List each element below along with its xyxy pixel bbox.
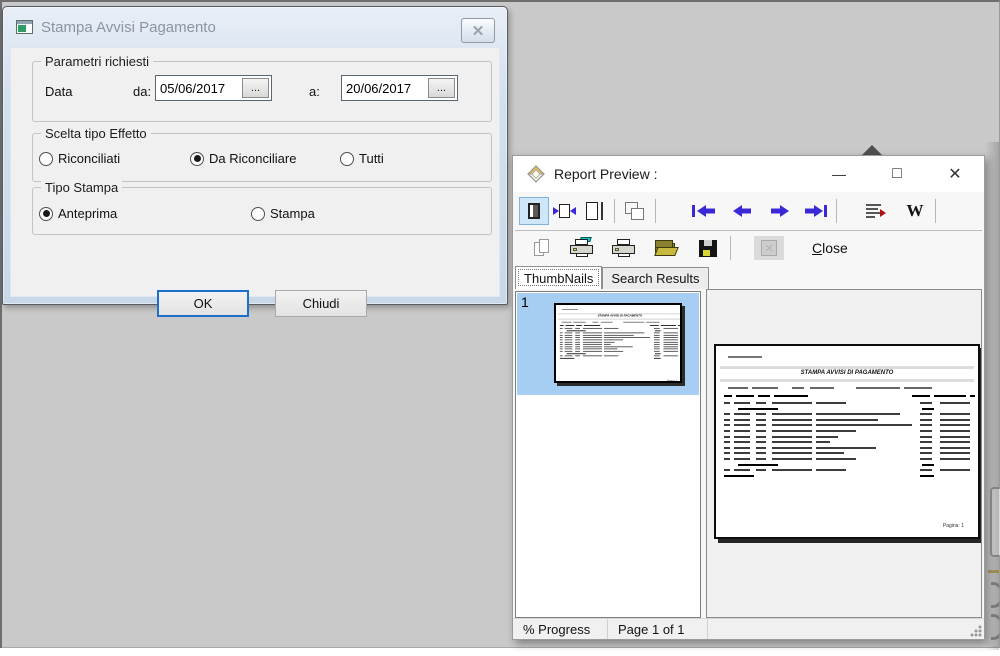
save-report-button[interactable] (691, 234, 725, 262)
report-page: STAMPA AVVISI DI PAGAMENTOPagina: 1 (714, 344, 980, 539)
dialog-body: Parametri richiesti Data da: ... a: ... … (10, 47, 500, 297)
folder-open-icon (655, 240, 677, 257)
tab-bar: ThumbNails Search Results (513, 265, 984, 289)
report-titlebar: Report Preview : — □ ✕ (513, 156, 984, 192)
radio-label: Anteprima (58, 206, 117, 221)
radio-circle (39, 207, 53, 221)
radio-label: Stampa (270, 206, 315, 221)
minimize-button[interactable]: — (810, 156, 868, 192)
radio-stampa[interactable]: Stampa (251, 206, 315, 221)
radio-anteprima[interactable]: Anteprima (39, 206, 117, 221)
radio-riconciliati[interactable]: Riconciliati (39, 151, 120, 166)
status-page: Page 1 of 1 (608, 619, 708, 639)
fit-page-icon (528, 203, 540, 219)
report-preview-window: Report Preview : — □ ✕ (512, 155, 985, 640)
dialog-title: Stampa Avvisi Pagamento (41, 19, 216, 36)
printer-icon (612, 239, 636, 258)
preview-panel[interactable]: STAMPA AVVISI DI PAGAMENTOPagina: 1 (706, 289, 982, 618)
thumbnail-item-selected[interactable]: 1 STAMPA AVVISI DI PAGAMENTOPagina: 1 (517, 293, 699, 395)
watermark-button[interactable]: W (900, 197, 930, 225)
group-scelta-tipo-effetto: Scelta tipo Effetto Riconciliati Da Rico… (32, 133, 492, 182)
open-report-button[interactable] (649, 234, 683, 262)
disabled-tool-button: ✕ (754, 236, 784, 260)
preview-main-area: 1 STAMPA AVVISI DI PAGAMENTOPagina: 1 ST… (513, 289, 984, 618)
printer-setup-icon (570, 239, 594, 258)
previous-page-icon (730, 203, 754, 219)
multi-page-button[interactable] (620, 197, 650, 225)
last-page-button[interactable] (801, 197, 831, 225)
status-progress: % Progress (513, 619, 608, 639)
group-label: Scelta tipo Effetto (41, 126, 151, 141)
last-page-icon (803, 203, 829, 219)
radio-label: Tutti (359, 151, 384, 166)
date-to-input[interactable] (342, 76, 424, 100)
radio-da-riconciliare[interactable]: Da Riconciliare (190, 151, 296, 166)
close-button[interactable]: ✕ (926, 156, 984, 192)
first-page-button[interactable] (689, 197, 719, 225)
dialog-titlebar: Stampa Avvisi Pagamento (3, 7, 507, 47)
watermark-icon: W (907, 201, 924, 221)
fit-page-button[interactable] (519, 197, 549, 225)
date-from-input[interactable] (156, 76, 238, 100)
background-window-fragment (988, 432, 1000, 647)
file-toolbar: ✕ Close (513, 231, 984, 265)
da-label: da: (133, 84, 151, 99)
stampa-avvisi-dialog: Stampa Avvisi Pagamento ✕ Parametri rich… (2, 6, 508, 305)
group-label: Parametri richiesti (41, 54, 153, 69)
resize-grip[interactable] (970, 625, 982, 637)
export-page-button[interactable] (525, 234, 559, 262)
radio-tutti[interactable]: Tutti (340, 151, 384, 166)
diamond-icon (527, 165, 545, 183)
date-to-browse-button[interactable]: ... (428, 78, 455, 98)
printer-setup-button[interactable] (565, 234, 599, 262)
a-label: a: (309, 84, 320, 99)
actual-size-icon (586, 202, 598, 220)
view-toolbar: W (513, 192, 984, 230)
group-parametri-richiesti: Parametri richiesti Data da: ... a: ... (32, 61, 492, 122)
thumbnail-page-number: 1 (521, 294, 529, 310)
previous-page-button[interactable] (727, 197, 757, 225)
date-from-browse-button[interactable]: ... (242, 78, 269, 98)
goto-page-icon (866, 203, 884, 219)
thumbnail-page[interactable]: STAMPA AVVISI DI PAGAMENTOPagina: 1 (554, 303, 682, 383)
radio-circle (39, 152, 53, 166)
print-button[interactable] (607, 234, 641, 262)
thumbnails-panel[interactable]: 1 STAMPA AVVISI DI PAGAMENTOPagina: 1 (515, 291, 701, 618)
data-label: Data (45, 84, 72, 99)
pages-icon (534, 239, 550, 257)
next-page-button[interactable] (765, 197, 795, 225)
chiudi-button[interactable]: Chiudi (275, 290, 367, 317)
next-page-icon (768, 203, 792, 219)
save-icon (699, 240, 717, 257)
radio-label: Riconciliati (58, 151, 120, 166)
status-empty (708, 619, 984, 639)
date-to-field: ... (341, 75, 458, 101)
maximize-button[interactable]: □ (868, 156, 926, 192)
group-tipo-stampa: Tipo Stampa Anteprima Stampa (32, 187, 492, 235)
form-icon (16, 20, 33, 34)
date-from-field: ... (155, 75, 272, 101)
radio-circle (340, 152, 354, 166)
ok-button[interactable]: OK (157, 290, 249, 317)
close-icon: ✕ (948, 164, 961, 184)
disabled-icon: ✕ (761, 240, 777, 256)
group-label: Tipo Stampa (41, 180, 122, 195)
goto-page-button[interactable] (860, 197, 890, 225)
actual-size-button[interactable] (579, 197, 609, 225)
fit-width-button[interactable] (549, 197, 579, 225)
radio-circle (251, 207, 265, 221)
window-title: Report Preview : (554, 166, 657, 182)
minimize-icon: — (832, 166, 846, 182)
radio-circle (190, 152, 204, 166)
status-bar: % Progress Page 1 of 1 (513, 618, 984, 639)
first-page-icon (691, 203, 717, 219)
multi-page-icon (625, 202, 645, 220)
maximize-icon: □ (892, 165, 902, 183)
dialog-close-button[interactable]: ✕ (461, 18, 495, 43)
tab-thumbnails[interactable]: ThumbNails (515, 266, 602, 289)
close-report-button[interactable]: Close (812, 240, 848, 256)
close-icon: ✕ (472, 22, 485, 40)
tab-search-results[interactable]: Search Results (602, 267, 708, 289)
radio-label: Da Riconciliare (209, 151, 296, 166)
